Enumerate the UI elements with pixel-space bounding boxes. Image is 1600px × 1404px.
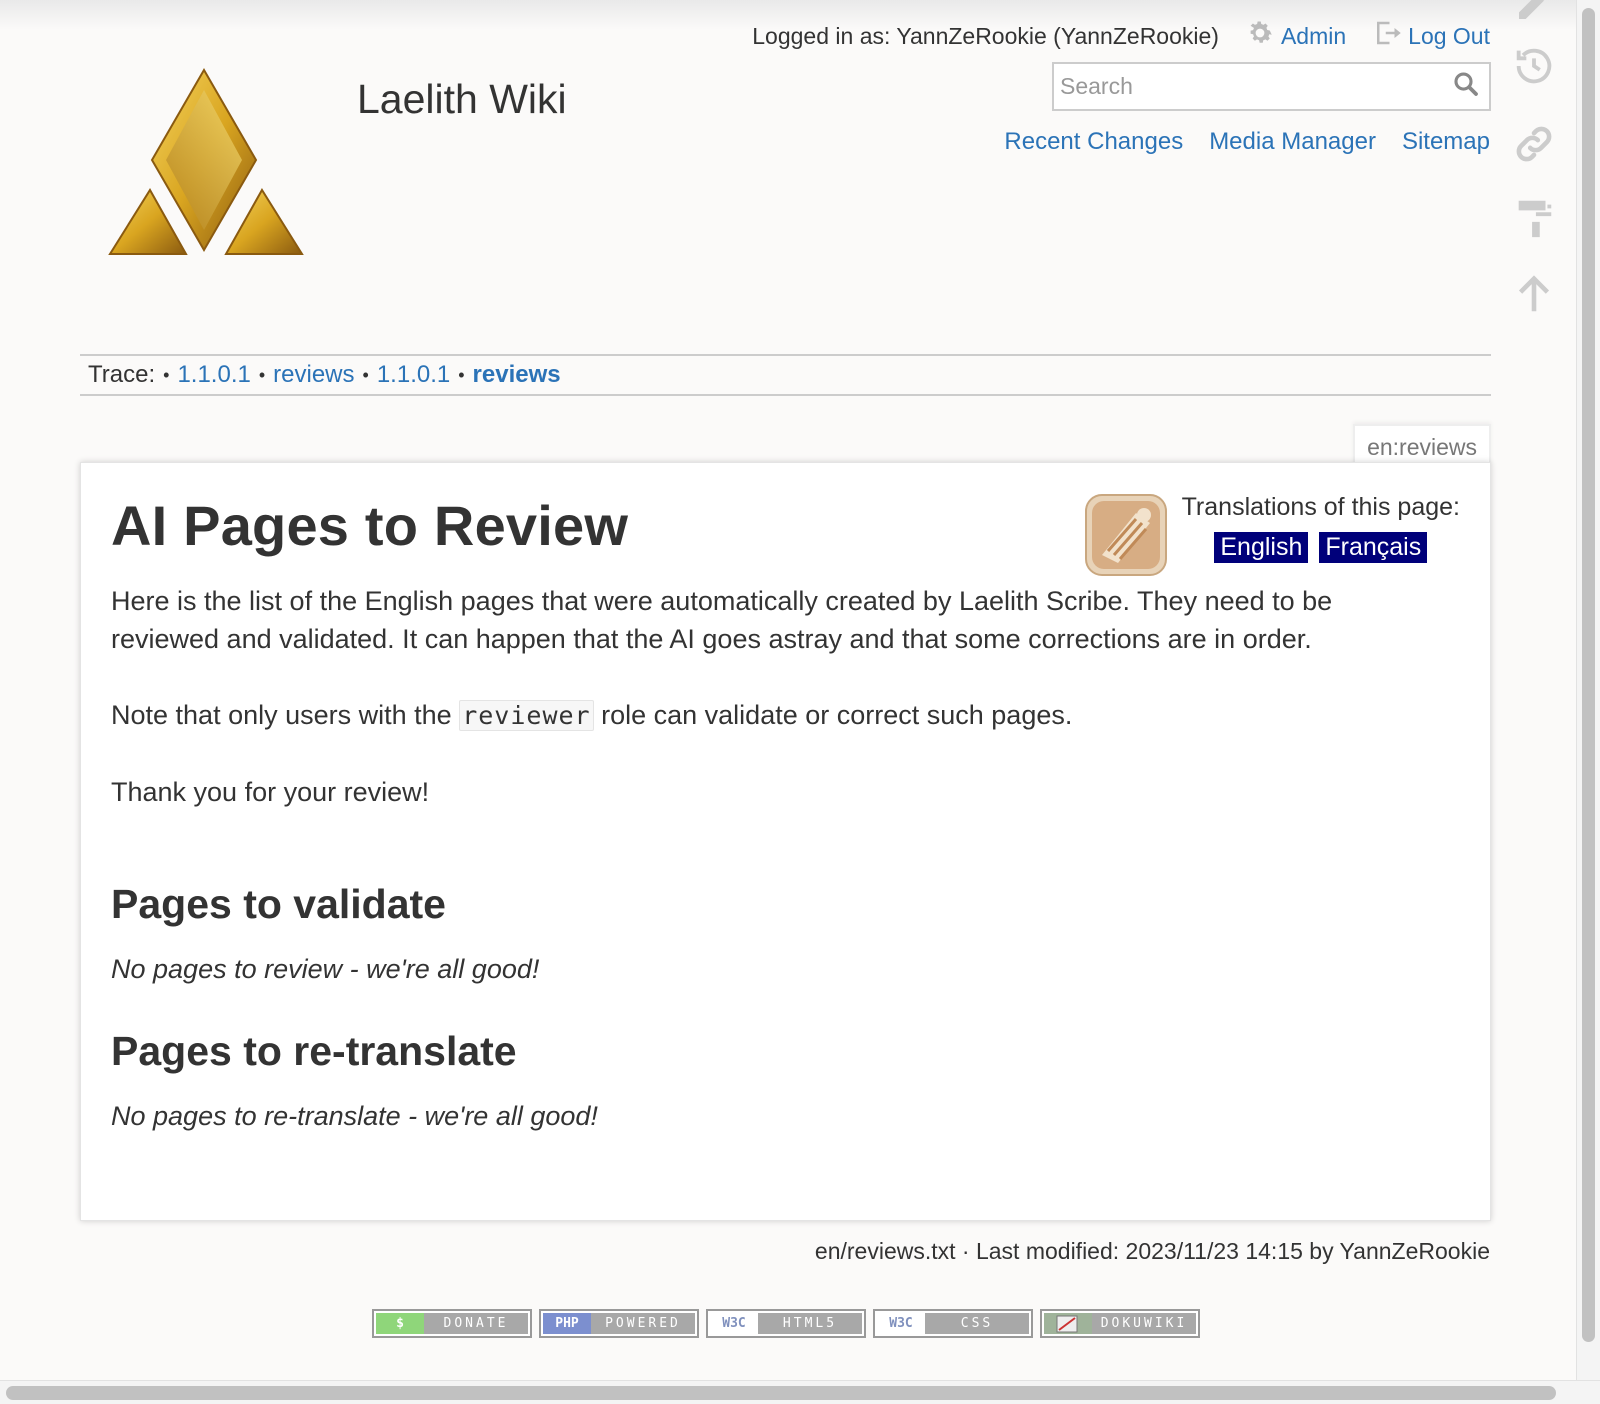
back-to-top-button[interactable] — [1506, 268, 1562, 324]
translations-languages: English Français — [1214, 532, 1428, 563]
language-francais[interactable]: Français — [1319, 532, 1428, 563]
language-english[interactable]: English — [1214, 532, 1309, 563]
logout-label: Log Out — [1408, 22, 1490, 49]
badge-left: $ — [376, 1313, 424, 1334]
thanks-paragraph: Thank you for your review! — [111, 777, 430, 807]
logged-in-text: Logged in as: YannZeRookie (YannZeRookie… — [752, 22, 1219, 49]
translations-box: Translations of this page: English Franç… — [1084, 493, 1460, 577]
breadcrumb-separator: • — [258, 364, 266, 385]
breadcrumb-item[interactable]: 1.1.0.1 — [177, 361, 250, 389]
badge-right: DOKUWIKI — [1092, 1313, 1196, 1334]
translation-icon — [1084, 493, 1168, 577]
translations-label: Translations of this page: — [1181, 493, 1460, 521]
intro-paragraph: Here is the list of the English pages th… — [111, 586, 1333, 654]
edit-page-button[interactable] — [1506, 0, 1562, 34]
pencil-icon — [1514, 0, 1554, 29]
badge-right: CSS — [925, 1313, 1029, 1334]
breadcrumb-label: Trace: — [88, 361, 156, 388]
breadcrumb-separator: • — [362, 364, 369, 385]
arrow-up-icon — [1511, 271, 1557, 322]
logout-link[interactable]: Log Out — [1372, 18, 1490, 54]
sitemap-link[interactable]: Sitemap — [1402, 128, 1490, 156]
breadcrumb-separator: • — [163, 364, 170, 385]
page-id: en:reviews — [1353, 424, 1491, 467]
badge-right: POWERED — [591, 1313, 695, 1334]
vertical-scrollbar-thumb[interactable] — [1582, 8, 1595, 1342]
link-icon — [1511, 121, 1557, 172]
validate-empty-message: No pages to review - we're all good! — [111, 954, 540, 984]
breadcrumb-item[interactable]: reviews — [273, 361, 354, 389]
note-text-after: role can validate or correct such pages. — [593, 700, 1073, 730]
history-icon — [1511, 43, 1557, 94]
dokuwiki-logo-icon — [1044, 1313, 1092, 1334]
dokuwiki-badge[interactable]: DOKUWIKI — [1040, 1309, 1200, 1338]
search-form — [1052, 62, 1491, 111]
breadcrumb-item[interactable]: 1.1.0.1 — [377, 361, 450, 389]
retranslate-empty-message: No pages to re-translate - we're all goo… — [111, 1101, 598, 1131]
php-badge[interactable]: PHP POWERED — [539, 1309, 699, 1338]
logout-icon — [1372, 18, 1402, 54]
translations-text: Translations of this page: English Franç… — [1182, 493, 1460, 563]
translate-button[interactable] — [1506, 192, 1562, 248]
reviewer-code: reviewer — [459, 700, 594, 731]
badge-left: PHP — [543, 1313, 591, 1334]
doc-info: en/reviews.txt · Last modified: 2023/11/… — [814, 1238, 1490, 1264]
backlinks-button[interactable] — [1506, 118, 1562, 174]
paint-roller-icon — [1511, 195, 1557, 246]
html5-badge[interactable]: W3C HTML5 — [706, 1309, 866, 1338]
media-manager-link[interactable]: Media Manager — [1209, 128, 1376, 156]
page-content: Translations of this page: English Franç… — [80, 462, 1491, 1221]
css-badge[interactable]: W3C CSS — [873, 1309, 1033, 1338]
search-icon — [1451, 69, 1481, 104]
note-text-before: Note that only users with the — [111, 700, 460, 730]
horizontal-scrollbar[interactable] — [0, 1380, 1600, 1404]
footer-badges: $ DONATE PHP POWERED W3C HTML5 W3C CSS D… — [372, 1309, 1200, 1338]
recent-changes-link[interactable]: Recent Changes — [1004, 128, 1183, 156]
admin-label: Admin — [1280, 22, 1347, 49]
user-tools: Logged in as: YannZeRookie (YannZeRookie… — [752, 18, 1490, 54]
badge-right: DONATE — [424, 1313, 528, 1334]
vertical-scrollbar[interactable] — [1576, 0, 1600, 1380]
site-tools: Recent Changes Media Manager Sitemap — [1004, 128, 1490, 156]
site-logo[interactable] — [106, 68, 306, 264]
section-heading-validate: Pages to validate — [111, 881, 446, 927]
admin-link[interactable]: Admin — [1245, 18, 1346, 54]
old-revisions-button[interactable] — [1506, 40, 1562, 96]
breadcrumb-current[interactable]: reviews — [473, 361, 561, 389]
search-button[interactable] — [1443, 64, 1489, 110]
search-input[interactable] — [1054, 64, 1443, 109]
section-heading-retranslate: Pages to re-translate — [111, 1028, 517, 1074]
badge-right: HTML5 — [758, 1313, 862, 1334]
breadcrumb-separator: • — [458, 364, 465, 385]
breadcrumb: Trace: • 1.1.0.1 • reviews • 1.1.0.1 • r… — [80, 354, 1491, 396]
badge-left: W3C — [877, 1313, 925, 1334]
donate-badge[interactable]: $ DONATE — [372, 1309, 532, 1338]
gear-icon — [1245, 18, 1275, 54]
badge-left: W3C — [710, 1313, 758, 1334]
site-title[interactable]: Laelith Wiki — [357, 76, 567, 123]
horizontal-scrollbar-thumb[interactable] — [6, 1386, 1556, 1400]
note-paragraph: Note that only users with the reviewer r… — [111, 696, 1460, 735]
